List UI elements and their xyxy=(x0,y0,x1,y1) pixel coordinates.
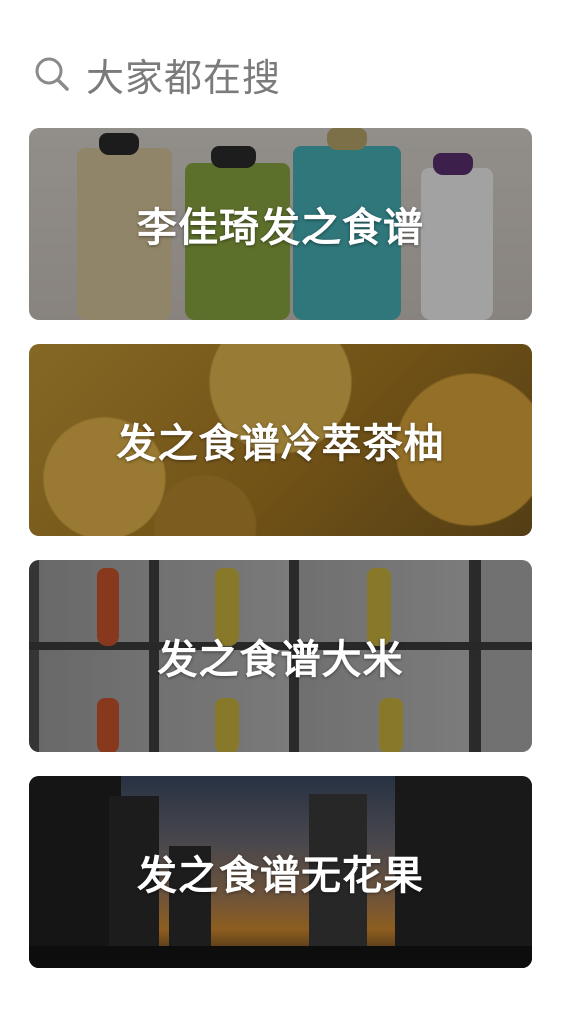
search-icon[interactable] xyxy=(32,54,72,94)
trending-card-2[interactable]: 发之食谱冷萃茶柚 xyxy=(29,344,532,536)
trending-search-page: 大家都在搜 李佳琦发之食谱 发之食谱冷萃茶柚 发之食谱大米 发之食谱无花果 xyxy=(0,0,563,1021)
card-label: 发之食谱大米 xyxy=(157,637,404,683)
trending-title: 大家都在搜 xyxy=(86,55,282,100)
trending-card-4[interactable]: 发之食谱无花果 xyxy=(29,776,532,968)
trending-card-3[interactable]: 发之食谱大米 xyxy=(29,560,532,752)
trending-header: 大家都在搜 xyxy=(32,46,281,102)
card-label: 发之食谱无花果 xyxy=(137,853,424,899)
card-label: 李佳琦发之食谱 xyxy=(137,205,424,251)
trending-card-1[interactable]: 李佳琦发之食谱 xyxy=(29,128,532,320)
card-label: 发之食谱冷萃茶柚 xyxy=(116,421,445,467)
